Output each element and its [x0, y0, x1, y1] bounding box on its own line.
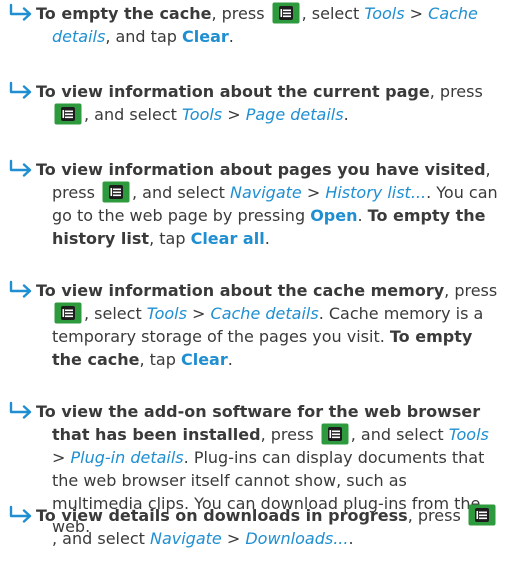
menu-key-icon [321, 423, 349, 445]
arrow-right-icon [8, 401, 36, 419]
instruction-paragraph: To view details on downloads in progress… [8, 504, 502, 550]
body-text: . [357, 206, 368, 225]
instruction-item-cache-memory: To view information about the cache memo… [8, 279, 502, 371]
instruction-item-empty-cache: To empty the cache, press , select Tools… [8, 2, 502, 48]
body-text: , press [211, 4, 270, 23]
body-text: . [227, 350, 233, 369]
menu-key-icon [272, 2, 300, 24]
arrow-right-icon [8, 159, 36, 177]
action-heading: To view information about the cache memo… [36, 281, 445, 300]
menu-path-item: Downloads... [245, 529, 349, 548]
menu-path-item: Page details [245, 105, 344, 124]
instruction-paragraph: To view information about the current pa… [8, 80, 502, 126]
menu-key-icon [54, 302, 82, 324]
body-text: , press [429, 82, 483, 101]
body-text: > [222, 105, 246, 124]
body-text: . [264, 229, 270, 248]
instruction-paragraph: To view information about pages you have… [8, 158, 502, 250]
body-text: , press [260, 425, 319, 444]
body-text: , tap [139, 350, 181, 369]
menu-path-item: Tools [448, 425, 489, 444]
instruction-item-visited-pages: To view information about pages you have… [8, 158, 502, 250]
body-text: , and select [52, 529, 150, 548]
ui-command: Clear all [190, 229, 265, 248]
menu-key-icon [468, 504, 496, 526]
menu-path-item: Tools [181, 105, 223, 124]
instruction-item-downloads: To view details on downloads in progress… [8, 504, 502, 550]
body-text: > [404, 4, 429, 23]
body-text: , select [301, 4, 365, 23]
action-heading: To view information about pages you have… [36, 160, 486, 179]
action-heading: To empty the cache [36, 4, 212, 23]
menu-path-item: Tools [146, 304, 187, 323]
instruction-paragraph: To empty the cache, press , select Tools… [8, 2, 502, 48]
body-text: , and tap [105, 27, 182, 46]
body-text: > [221, 529, 246, 548]
menu-path-item: History list... [325, 183, 427, 202]
body-text: , and select [350, 425, 449, 444]
instruction-page: To empty the cache, press , select Tools… [0, 0, 518, 564]
menu-path-item: Tools [364, 4, 405, 23]
body-text: . [348, 529, 354, 548]
arrow-right-icon [8, 81, 36, 99]
arrow-right-icon [8, 280, 36, 298]
menu-path-item: Plug-in details [70, 448, 184, 467]
menu-key-icon [102, 181, 130, 203]
body-text: , select [84, 304, 147, 323]
ui-command: Clear [180, 350, 228, 369]
body-text: > [301, 183, 326, 202]
body-text: , tap [149, 229, 191, 248]
action-heading: To view details on downloads in progress [36, 506, 408, 525]
body-text: . [343, 105, 349, 124]
instruction-paragraph: To view information about the cache memo… [8, 279, 502, 371]
body-text: , and select [84, 105, 182, 124]
body-text: , and select [131, 183, 230, 202]
menu-path-item: Navigate [229, 183, 302, 202]
arrow-right-icon [8, 3, 36, 21]
menu-path-item: Navigate [149, 529, 222, 548]
action-heading: To view information about the current pa… [36, 82, 430, 101]
body-text: . [228, 27, 234, 46]
ui-command: Open [310, 206, 358, 225]
arrow-right-icon [8, 505, 36, 523]
ui-command: Clear [182, 27, 229, 46]
body-text: > [186, 304, 211, 323]
body-text: , press [407, 506, 466, 525]
menu-path-item: Cache details [210, 304, 319, 323]
instruction-item-current-page: To view information about the current pa… [8, 80, 502, 126]
body-text: > [52, 448, 71, 467]
body-text: , press [444, 281, 498, 300]
menu-key-icon [54, 103, 82, 125]
